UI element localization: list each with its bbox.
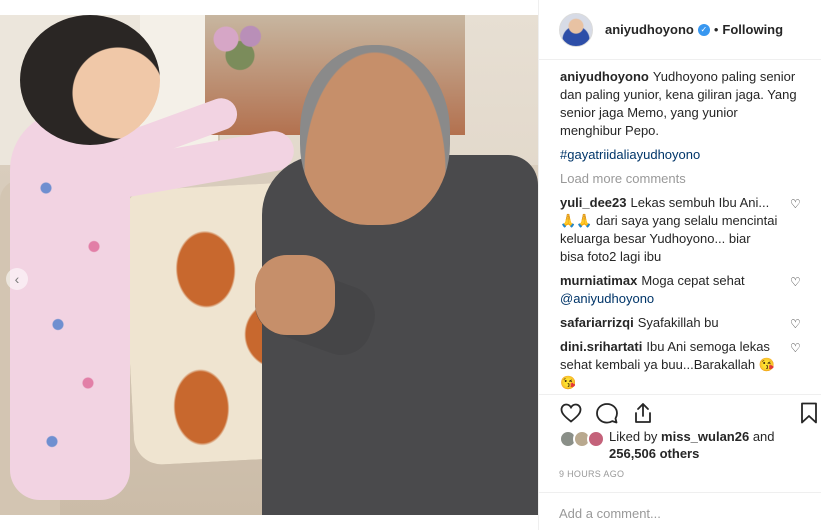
photo-baby-head (20, 15, 160, 145)
likes-prefix: Liked by (609, 429, 658, 444)
caption-hashtag[interactable]: #gayatriidaliayudhoyono (560, 146, 802, 164)
following-button[interactable]: Following (722, 22, 783, 37)
comment-item: murniatimax Moga cepat sehat @aniyudhoyon… (560, 272, 802, 308)
comment-username[interactable]: dini.srihartati (560, 339, 642, 354)
comment-like-heart-icon[interactable]: ♡ (790, 198, 802, 210)
avatar[interactable] (559, 12, 593, 47)
comment-like-heart-icon[interactable]: ♡ (790, 276, 802, 288)
heart-icon[interactable] (559, 401, 583, 425)
share-icon[interactable] (631, 401, 655, 425)
likes-connector: and (752, 429, 775, 444)
post-photo[interactable]: ‹ (0, 15, 538, 515)
post-caption: aniyudhoyono Yudhoyono paling senior dan … (560, 68, 802, 140)
likes-text: Liked by miss_wulan26 and 256,506 others (609, 428, 775, 462)
bookmark-icon[interactable] (797, 401, 821, 425)
post-timestamp[interactable]: 9 HOURS AGO (559, 469, 624, 479)
likes-count[interactable]: 256,506 others (609, 446, 699, 461)
photo-man-hand (255, 255, 335, 335)
comment-item: yuli_dee23 Lekas sembuh Ibu Ani... 🙏🙏 dar… (560, 194, 802, 266)
likes-first-user[interactable]: miss_wulan26 (661, 429, 749, 444)
carousel-prev-icon[interactable]: ‹ (6, 268, 28, 290)
comment-like-heart-icon[interactable]: ♡ (790, 342, 802, 354)
comment-item: safariarrizqi Syafakillah bu ♡ (560, 314, 802, 332)
comment-item: dini.srihartati Ibu Ani semoga lekas seha… (560, 338, 802, 392)
comment-username[interactable]: murniatimax (560, 273, 637, 288)
post-side-panel: aniyudhoyono ✓ • Following aniyudhoyono Y… (538, 0, 821, 530)
likes-summary: Liked by miss_wulan26 and 256,506 others (559, 428, 809, 464)
liker-avatars (559, 430, 607, 448)
caption-username[interactable]: aniyudhoyono (560, 69, 649, 84)
post-header: aniyudhoyono ✓ • Following (539, 0, 821, 60)
photo-flowers (205, 17, 275, 72)
comment-text: Syafakillah bu (637, 315, 719, 330)
comment-username[interactable]: yuli_dee23 (560, 195, 627, 210)
photo-man-head (300, 45, 450, 225)
liker-avatar (587, 430, 605, 448)
instagram-post: ‹ aniyudhoyono ✓ • Following aniyudhoyon… (0, 0, 821, 530)
add-comment-input[interactable] (559, 503, 799, 523)
comment-bubble-icon[interactable] (595, 401, 619, 425)
add-comment-section (539, 492, 821, 530)
verified-badge-icon: ✓ (697, 23, 710, 36)
header-username[interactable]: aniyudhoyono (605, 22, 694, 37)
load-more-comments-button[interactable]: Load more comments (560, 170, 802, 188)
comment-username[interactable]: safariarrizqi (560, 315, 634, 330)
header-separator: • (713, 22, 719, 37)
comment-mention[interactable]: @aniyudhoyono (560, 291, 654, 306)
comments-list[interactable]: aniyudhoyono Yudhoyono paling senior dan … (539, 68, 821, 394)
comment-text: Moga cepat sehat (641, 273, 745, 288)
comment-like-heart-icon[interactable]: ♡ (790, 318, 802, 330)
